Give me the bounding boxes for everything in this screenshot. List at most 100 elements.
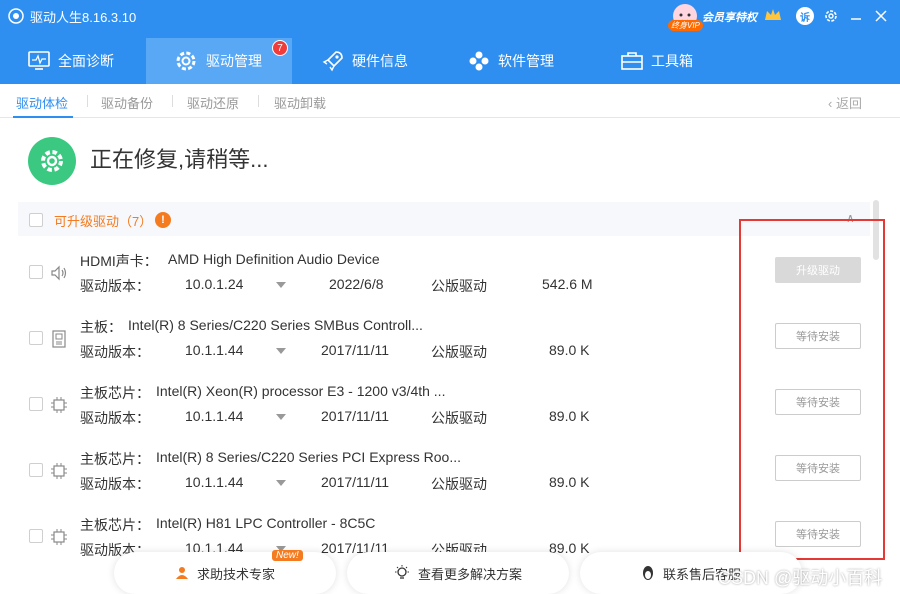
rocket-icon bbox=[322, 51, 343, 72]
tab-hardware-info[interactable]: 硬件信息 bbox=[322, 38, 442, 84]
version-value: 10.1.1.44 bbox=[185, 342, 244, 358]
watermark: CSDN @驱动小百科 bbox=[718, 568, 883, 588]
version-dropdown-icon[interactable] bbox=[276, 480, 286, 486]
device-checkbox[interactable] bbox=[29, 397, 43, 411]
version-label: 驱动版本： bbox=[80, 278, 150, 294]
gear-icon bbox=[825, 10, 837, 22]
back-button[interactable]: ‹ 返回 bbox=[828, 93, 862, 112]
subnav-driver-uninstall[interactable]: 驱动卸载 bbox=[274, 93, 326, 112]
subnav-driver-check[interactable]: 驱动体检 bbox=[16, 93, 68, 112]
device-checkbox[interactable] bbox=[29, 529, 43, 543]
motherboard-icon bbox=[49, 329, 69, 349]
title-bar: 驱动人生8.16.3.10 会员享特权 终身VIP 诉 全面诊断 驱动管理 硬件… bbox=[0, 0, 900, 84]
subnav-driver-backup[interactable]: 驱动备份 bbox=[101, 93, 153, 112]
ask-expert-label: 求助技术专家 bbox=[196, 566, 275, 582]
driver-size: 542.6 M bbox=[542, 276, 593, 292]
divider bbox=[258, 95, 259, 107]
driver-type: 公版驱动 bbox=[431, 410, 487, 426]
sub-navigation: 驱动体检 驱动备份 驱动还原 驱动卸载 ‹ 返回 bbox=[0, 84, 900, 118]
group-select-checkbox[interactable] bbox=[29, 213, 43, 227]
tab-label: 硬件信息 bbox=[352, 53, 408, 69]
driver-type: 公版驱动 bbox=[431, 278, 487, 294]
tab-label: 全面诊断 bbox=[58, 53, 114, 69]
driver-type: 公版驱动 bbox=[431, 344, 487, 360]
app-logo-icon bbox=[8, 8, 24, 24]
monitor-icon bbox=[28, 51, 50, 70]
driver-size: 89.0 K bbox=[549, 474, 590, 490]
version-dropdown-icon[interactable] bbox=[276, 282, 286, 288]
chip-icon bbox=[49, 461, 69, 481]
device-checkbox[interactable] bbox=[29, 331, 43, 345]
device-name: Intel(R) 8 Series/C220 Series PCI Expres… bbox=[156, 449, 462, 465]
device-name: Intel(R) Xeon(R) processor E3 - 1200 v3/… bbox=[156, 383, 446, 399]
status-gear-icon bbox=[28, 137, 76, 185]
device-checkbox[interactable] bbox=[29, 463, 43, 477]
tab-label: 驱动管理 bbox=[206, 53, 262, 69]
complaint-button[interactable]: 诉 bbox=[795, 6, 815, 26]
vip-label: 会员享特权 bbox=[702, 12, 757, 24]
lightbulb-icon bbox=[394, 565, 409, 579]
more-solutions-label: 查看更多解决方案 bbox=[417, 566, 522, 582]
speaker-icon bbox=[49, 263, 69, 283]
back-label: 返回 bbox=[835, 96, 862, 111]
complaint-icon: 诉 bbox=[796, 7, 814, 25]
gear-icon bbox=[176, 51, 196, 71]
version-dropdown-icon[interactable] bbox=[276, 414, 286, 420]
tab-label: 工具箱 bbox=[651, 53, 693, 69]
version-value: 10.1.1.44 bbox=[185, 408, 244, 424]
driver-type: 公版驱动 bbox=[431, 476, 487, 492]
warning-icon: ! bbox=[155, 212, 171, 228]
driver-date: 2022/6/8 bbox=[329, 276, 384, 292]
notification-badge: 7 bbox=[272, 40, 288, 56]
tab-driver-management[interactable]: 驱动管理 bbox=[146, 38, 292, 84]
close-button[interactable] bbox=[871, 6, 891, 26]
chip-icon bbox=[49, 395, 69, 415]
vip-tag: 终身VIP bbox=[668, 20, 703, 31]
minimize-button[interactable] bbox=[846, 6, 866, 26]
driver-date: 2017/11/11 bbox=[321, 474, 389, 490]
device-checkbox[interactable] bbox=[29, 265, 43, 279]
version-dropdown-icon[interactable] bbox=[276, 348, 286, 354]
tab-toolbox[interactable]: 工具箱 bbox=[621, 38, 741, 84]
chevron-left-icon: ‹ bbox=[828, 96, 836, 111]
version-value: 10.0.1.24 bbox=[185, 276, 244, 292]
crown-icon bbox=[765, 9, 781, 20]
main-tabs: 全面诊断 驱动管理 硬件信息 软件管理 工具箱 bbox=[0, 38, 900, 84]
driver-size: 89.0 K bbox=[549, 342, 590, 358]
app-title-text: 驱动人生8.16.3.10 bbox=[30, 9, 137, 25]
tab-diagnosis[interactable]: 全面诊断 bbox=[28, 38, 146, 84]
highlight-annotation-box bbox=[739, 219, 885, 560]
app-title: 驱动人生8.16.3.10 bbox=[8, 6, 136, 26]
new-badge: New! bbox=[272, 550, 303, 561]
version-label: 驱动版本： bbox=[80, 344, 150, 360]
tab-software-management[interactable]: 软件管理 bbox=[468, 38, 588, 84]
device-name: AMD High Definition Audio Device bbox=[168, 251, 380, 267]
minimize-icon bbox=[851, 18, 861, 20]
settings-button[interactable] bbox=[821, 6, 841, 26]
version-label: 驱动版本： bbox=[80, 410, 150, 426]
more-solutions-button[interactable]: 查看更多解决方案 bbox=[347, 552, 569, 594]
driver-date: 2017/11/11 bbox=[321, 342, 389, 358]
toolbox-icon bbox=[621, 52, 643, 70]
divider bbox=[172, 95, 173, 107]
status-message: 正在修复,请稍等... bbox=[90, 147, 269, 172]
device-category: 主板芯片： bbox=[80, 451, 150, 467]
driver-size: 89.0 K bbox=[549, 408, 590, 424]
device-category: 主板： bbox=[80, 319, 122, 335]
penguin-icon bbox=[642, 566, 653, 580]
device-name: Intel(R) H81 LPC Controller - 8C5C bbox=[156, 515, 376, 531]
divider bbox=[87, 95, 88, 107]
active-tab-indicator bbox=[13, 116, 73, 118]
vip-banner[interactable]: 会员享特权 终身VIP bbox=[668, 2, 786, 32]
group-title: 可升级驱动（7） bbox=[54, 214, 153, 229]
apps-icon bbox=[469, 51, 489, 71]
version-value: 10.1.1.44 bbox=[185, 474, 244, 490]
chip-icon bbox=[49, 527, 69, 547]
device-name: Intel(R) 8 Series/C220 Series SMBus Cont… bbox=[128, 317, 423, 333]
close-icon bbox=[875, 10, 887, 22]
device-category: 主板芯片： bbox=[80, 385, 150, 401]
device-category: HDMI声卡： bbox=[80, 253, 158, 269]
driver-date: 2017/11/11 bbox=[321, 408, 389, 424]
tab-label: 软件管理 bbox=[498, 53, 554, 69]
subnav-driver-restore[interactable]: 驱动还原 bbox=[187, 93, 239, 112]
